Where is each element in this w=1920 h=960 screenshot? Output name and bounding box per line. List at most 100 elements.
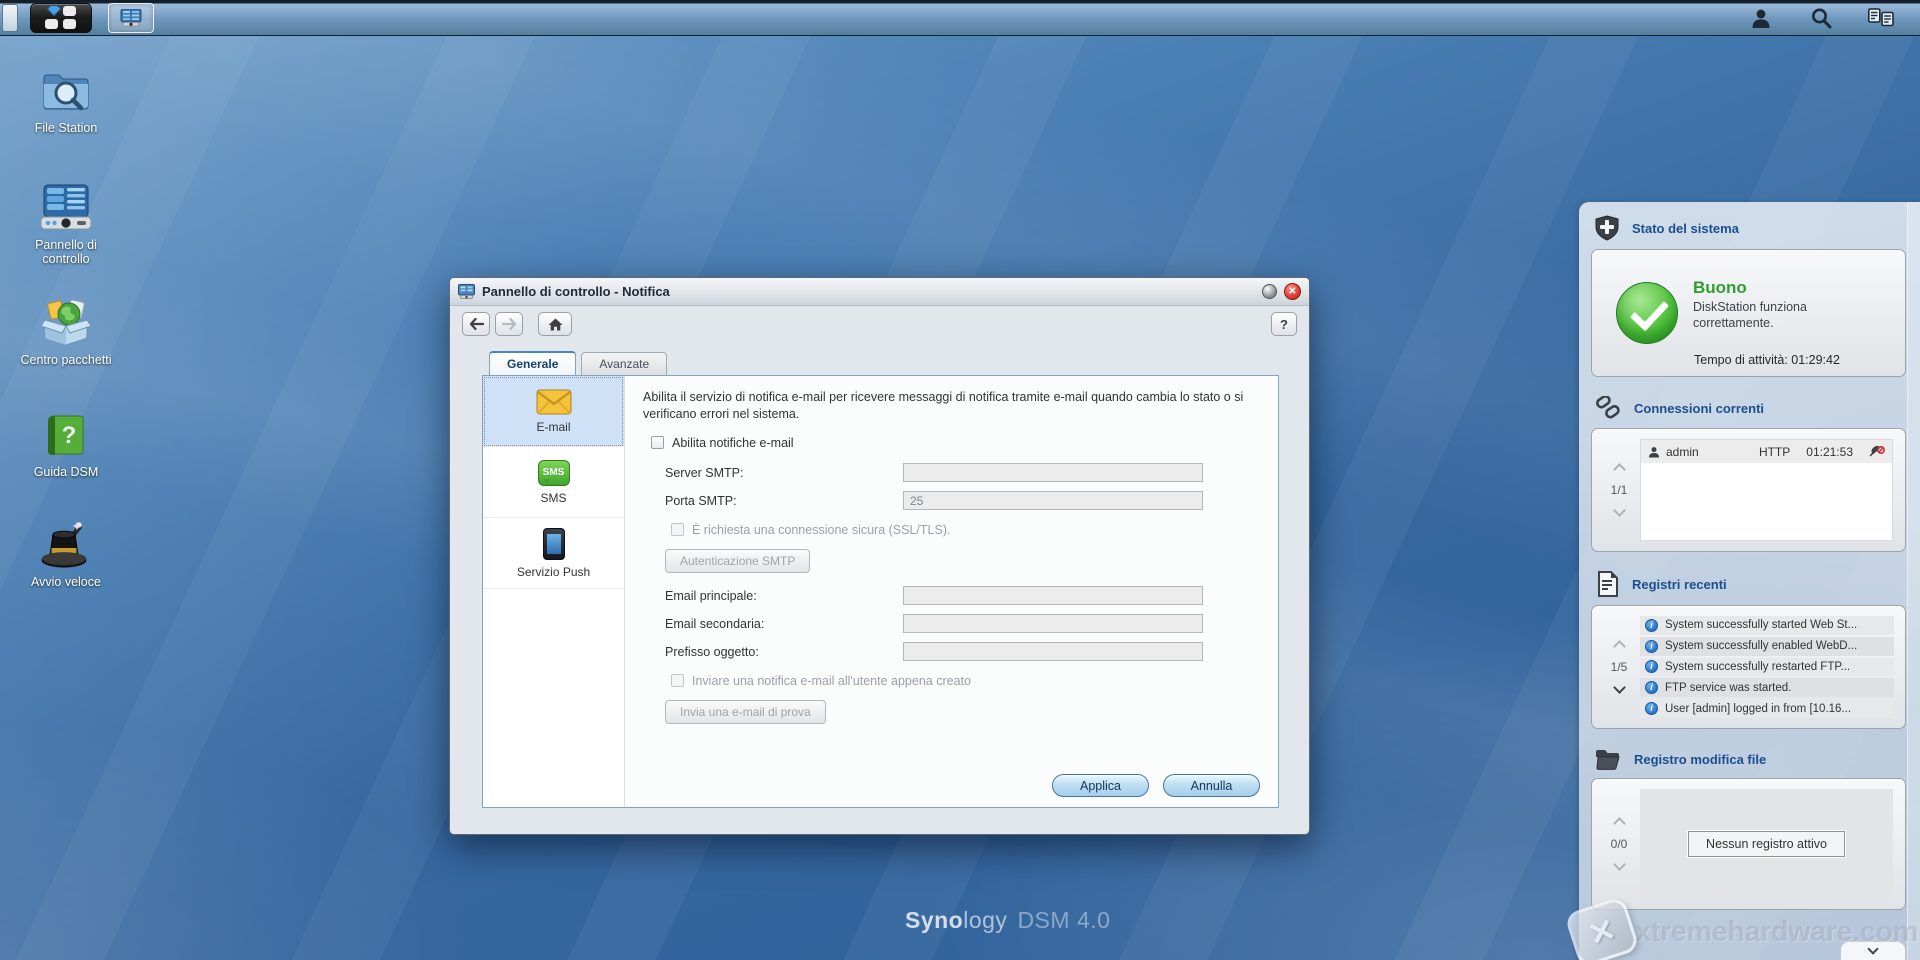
sidebar-item-label: Servizio Push (516, 564, 591, 579)
site-name: xtremehardware.com (1635, 915, 1918, 948)
ssl-row: È richiesta una connessione sicura (SSL/… (671, 523, 1260, 537)
search-button[interactable] (1806, 4, 1836, 32)
widget-title: Registro modifica file (1634, 751, 1767, 767)
log-entry[interactable]: i FTP service was started. (1640, 678, 1894, 698)
quick-start-icon (39, 520, 93, 570)
sidebar-item-sms[interactable]: SMS SMS (483, 447, 624, 518)
subject-prefix-row: Prefisso oggetto: (665, 641, 1260, 663)
close-button[interactable]: ✕ (1284, 283, 1301, 300)
connections-header: Connessioni correnti (1579, 383, 1920, 427)
connections-pager: 1/1 (1598, 434, 1640, 546)
desktop-icon-file-station[interactable]: File Station (16, 68, 116, 135)
minimize-button[interactable] (1262, 284, 1277, 299)
pager-text: 1/1 (1610, 483, 1628, 497)
sms-icon: SMS (537, 459, 570, 486)
notify-new-user-label: Inviare una notifica e-mail all'utente a… (692, 673, 971, 688)
connection-row: admin HTTP 01:21:53 (1641, 440, 1892, 463)
system-status-card: Buono DiskStation funziona correttamente… (1591, 249, 1906, 377)
widget-title: Stato del sistema (1632, 220, 1739, 236)
user-menu-button[interactable] (1746, 4, 1776, 32)
log-document-icon (1595, 571, 1619, 597)
desktop-icon-label: Pannello di controllo (35, 238, 97, 267)
desktop-icon-quick-start[interactable]: Avvio veloce (16, 520, 116, 589)
widget-title: Connessioni correnti (1634, 400, 1765, 416)
disconnect-icon[interactable] (1869, 445, 1885, 458)
page-down-icon[interactable] (1612, 681, 1626, 694)
email-icon (536, 389, 572, 415)
desktop-icon-label: Centro pacchetti (20, 353, 112, 367)
sidebar-item-email[interactable]: E-mail (483, 376, 624, 447)
show-desktop-button[interactable] (2, 3, 18, 32)
tab-bar: Generale Avanzate (489, 351, 1309, 375)
file-log-empty-message: Nessun registro attivo (1687, 830, 1846, 858)
search-icon (1810, 7, 1832, 29)
cancel-button[interactable]: Annulla (1163, 774, 1260, 797)
info-icon: i (1645, 639, 1658, 653)
sidebar-item-label: SMS (540, 490, 567, 505)
log-entry[interactable]: i System successfully enabled WebD... (1640, 636, 1894, 656)
pager-text: 0/0 (1610, 837, 1628, 851)
back-arrow-icon (469, 318, 484, 330)
window-controls: ✕ (1262, 283, 1301, 300)
connections-list: admin HTTP 01:21:53 (1640, 439, 1893, 541)
desktop-icon-control-panel[interactable]: Pannello di controllo (16, 183, 116, 267)
form-description: Abilita il servizio di notifica e-mail p… (643, 390, 1244, 421)
log-entry[interactable]: i System successfully started Web St... (1640, 616, 1894, 635)
window-title: Pannello di controllo - Notifica (482, 284, 670, 299)
window-titlebar[interactable]: Pannello di controllo - Notifica ✕ (450, 278, 1309, 306)
control-panel-notification-window: Pannello di controllo - Notifica ✕ ? Gen… (449, 277, 1310, 835)
window-icon (458, 284, 475, 299)
enable-email-row: Abilita notifiche e-mail (651, 436, 1260, 450)
app-grid-icon (43, 5, 79, 30)
log-entry[interactable]: i System successfully restarted FTP... (1640, 657, 1894, 677)
help-button[interactable]: ? (1271, 312, 1297, 336)
tab-avanzate[interactable]: Avanzate (581, 352, 668, 375)
email-notification-form: Abilita il servizio di notifica e-mail p… (625, 376, 1278, 807)
package-center-icon (39, 298, 93, 348)
version-text: DSM 4.0 (1017, 907, 1111, 933)
file-log-area: Nessun registro attivo (1640, 789, 1893, 899)
info-icon: i (1645, 618, 1658, 632)
pilot-view-icon (1868, 7, 1894, 28)
widget-title: Registri recenti (1632, 576, 1727, 592)
notify-new-user-checkbox (671, 674, 684, 688)
home-button[interactable] (538, 312, 572, 336)
smtp-port-row: Porta SMTP: (665, 490, 1260, 512)
enable-email-label: Abilita notifiche e-mail (672, 435, 794, 450)
back-button[interactable] (462, 312, 490, 336)
desktop-icon-package-center[interactable]: Centro pacchetti (16, 298, 116, 367)
tab-label: Generale (507, 357, 559, 371)
smtp-server-label: Server SMTP: (665, 465, 744, 480)
desktop-icon-dsm-help[interactable]: ? Guida DSM (16, 412, 116, 479)
subject-prefix-label: Prefisso oggetto: (665, 644, 759, 659)
sidebar-item-push-service[interactable]: Servizio Push (483, 518, 624, 589)
taskbar-window-control-panel[interactable] (108, 2, 154, 33)
main-menu-button[interactable] (30, 2, 92, 33)
info-icon: i (1645, 702, 1658, 716)
smtp-server-input (903, 463, 1203, 483)
forward-button (495, 312, 523, 336)
taskbar-right-icons (1746, 4, 1910, 32)
secondary-email-row: Email secondaria: (665, 613, 1260, 635)
log-list: i System successfully started Web St... … (1640, 616, 1894, 718)
smtp-port-input (903, 491, 1203, 511)
connection-protocol: HTTP (1758, 444, 1791, 459)
forward-arrow-icon (501, 318, 516, 330)
user-icon (1648, 446, 1660, 458)
svg-text:?: ? (62, 422, 77, 449)
log-entry[interactable]: i User [admin] logged in from [10.16... (1640, 699, 1894, 718)
link-icon (1595, 396, 1621, 420)
page-up-icon (1612, 817, 1626, 830)
system-status-header: Stato del sistema (1579, 202, 1920, 248)
page-down-icon (1612, 504, 1626, 517)
control-panel-window-icon (120, 8, 142, 27)
enable-email-checkbox[interactable] (651, 436, 664, 450)
tab-generale[interactable]: Generale (489, 351, 577, 375)
notification-sidebar: E-mail SMS SMS Servizio Push (483, 376, 625, 807)
pilot-view-button[interactable] (1866, 4, 1896, 32)
file-station-icon (40, 68, 92, 116)
secondary-email-input (903, 614, 1203, 634)
notify-new-user-row: Inviare una notifica e-mail all'utente a… (671, 674, 1260, 688)
apply-button[interactable]: Applica (1052, 774, 1149, 797)
x-logo-icon: ✕ (1564, 895, 1641, 960)
